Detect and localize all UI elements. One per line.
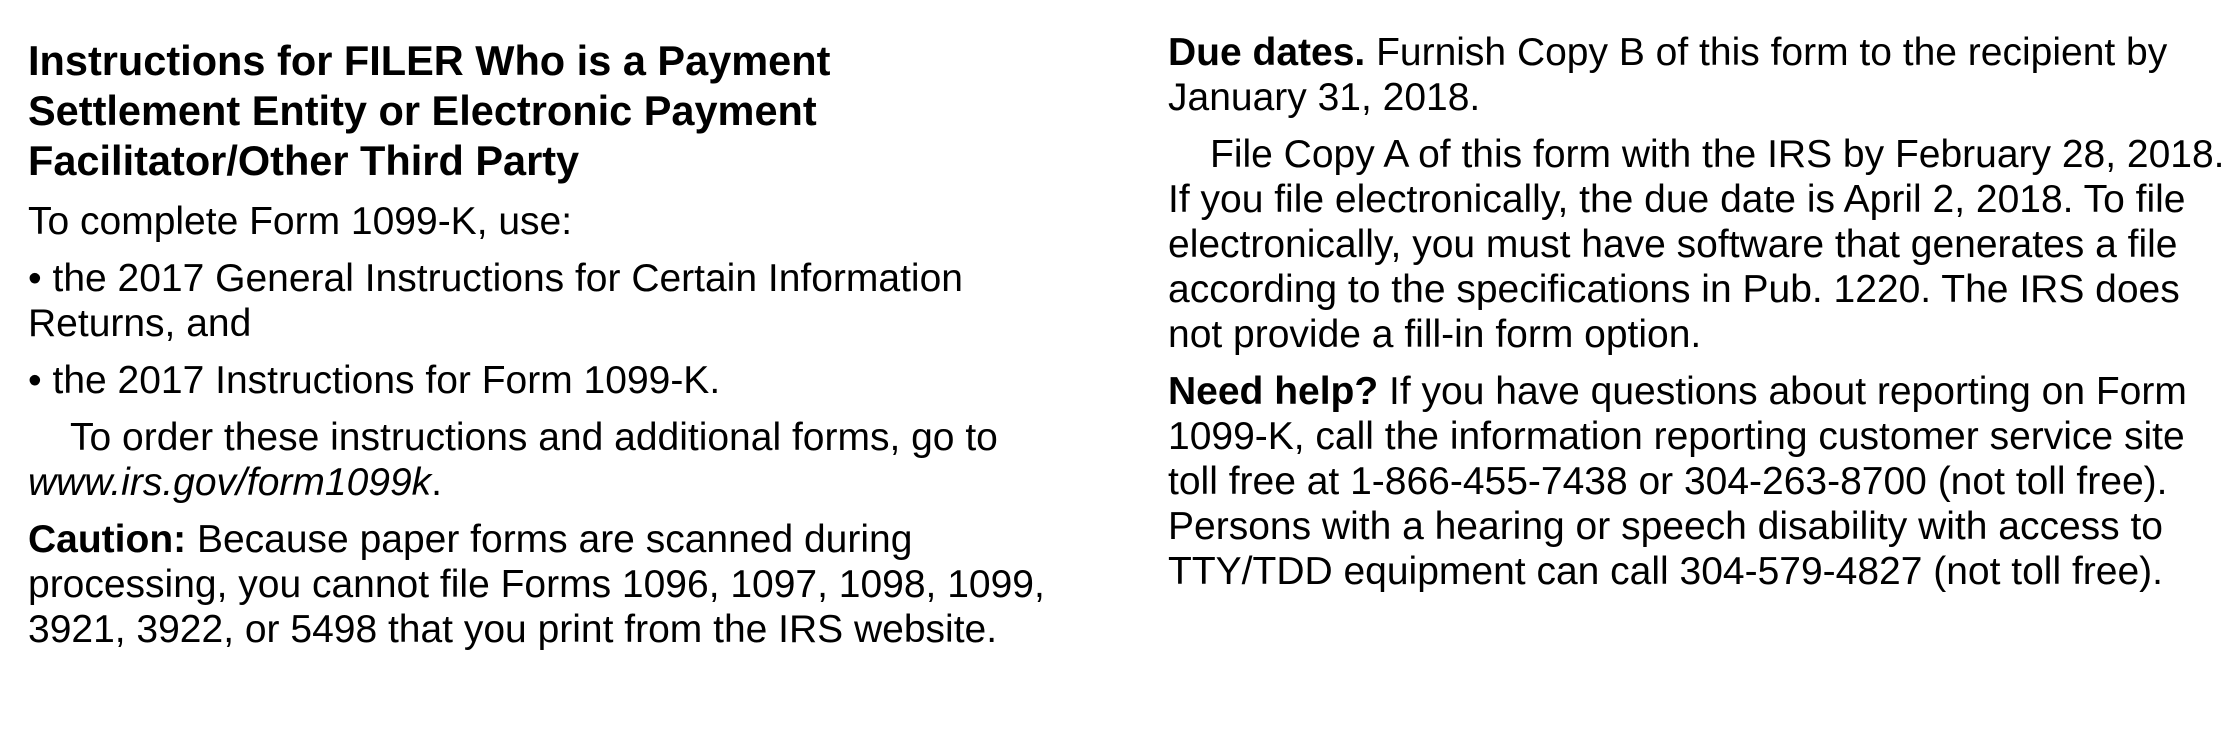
irs-form-link[interactable]: www.irs.gov/form1099k (28, 461, 431, 504)
bullet-general-instructions: • the 2017 General Instructions for Cert… (28, 257, 963, 345)
due-dates-paragraph: Due dates. Furnish Copy B of this form t… (1168, 30, 2228, 120)
heading-line-3: Facilitator/Other Third Party (28, 137, 580, 184)
file-copy-a-paragraph: File Copy A of this form with the IRS by… (1168, 133, 2225, 356)
caution-label: Caution: (28, 518, 187, 561)
intro-text: To complete Form 1099-K, use: (28, 200, 573, 243)
order-paragraph: To order these instructions and addition… (28, 415, 1108, 505)
heading-line-2: Settlement Entity or Electronic Payment (28, 87, 817, 134)
need-help-paragraph: Need help? If you have questions about r… (1168, 369, 2228, 594)
heading-line-1: Instructions for FILER Who is a Payment (28, 37, 831, 84)
section-heading: Instructions for FILER Who is a Payment S… (28, 36, 1108, 186)
left-column: Instructions for FILER Who is a Payment S… (28, 30, 1108, 664)
order-text: To order these instructions and addition… (70, 416, 998, 459)
caution-paragraph: Caution: Because paper forms are scanned… (28, 517, 1108, 652)
due-dates-label: Due dates. (1168, 31, 1366, 74)
order-period: . (431, 461, 442, 504)
need-help-label: Need help? (1168, 370, 1379, 413)
bullet-form-instructions: • the 2017 Instructions for Form 1099-K. (28, 359, 721, 402)
right-column: Due dates. Furnish Copy B of this form t… (1168, 30, 2228, 606)
